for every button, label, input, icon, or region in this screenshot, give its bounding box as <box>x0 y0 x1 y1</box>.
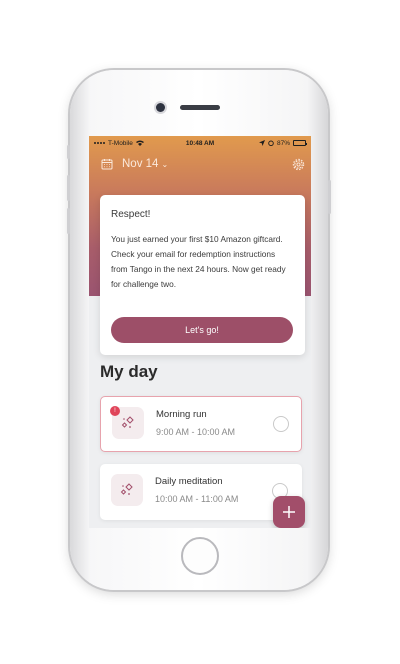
plus-icon <box>283 506 295 518</box>
volume-down-button <box>67 208 70 234</box>
section-title: My day <box>100 362 158 381</box>
add-task-button[interactable] <box>273 496 305 528</box>
status-bar: T-Mobile 10:48 AM 87% <box>89 136 311 150</box>
task-card-daily-meditation[interactable]: Daily meditation 10:00 AM - 11:00 AM <box>100 464 302 520</box>
sparkle-icon <box>111 474 143 506</box>
task-card-morning-run[interactable]: ! Morning run 9:00 AM - 10:00 AM <box>100 396 302 452</box>
task-complete-radio[interactable] <box>273 416 289 432</box>
front-camera <box>156 103 165 112</box>
notice-title: Respect! <box>111 209 151 220</box>
battery-icon <box>293 140 307 146</box>
task-time: 9:00 AM - 10:00 AM <box>156 427 236 437</box>
mute-switch <box>67 145 70 159</box>
task-time: 10:00 AM - 11:00 AM <box>155 494 239 504</box>
home-button[interactable] <box>181 537 219 575</box>
alert-badge: ! <box>110 406 120 416</box>
volume-up-button <box>67 175 70 201</box>
app-screen: T-Mobile 10:48 AM 87% Nov 14 ⌄ Respect! … <box>89 136 311 528</box>
task-name: Daily meditation <box>155 476 223 487</box>
calendar-icon[interactable] <box>101 158 113 170</box>
notice-body: You just earned your first $10 Amazon gi… <box>111 234 286 289</box>
date-selector[interactable]: Nov 14 <box>122 158 158 170</box>
lets-go-button[interactable]: Let's go! <box>111 317 293 343</box>
date-bar: Nov 14 ⌄ <box>101 156 305 172</box>
gear-icon[interactable] <box>292 158 305 171</box>
earpiece-speaker <box>180 105 220 110</box>
reward-notice-card: Respect! You just earned your first $10 … <box>100 195 305 355</box>
status-time: 10:48 AM <box>185 139 215 147</box>
chevron-down-icon[interactable]: ⌄ <box>161 160 168 169</box>
power-button <box>328 180 331 214</box>
task-name: Morning run <box>156 409 207 420</box>
